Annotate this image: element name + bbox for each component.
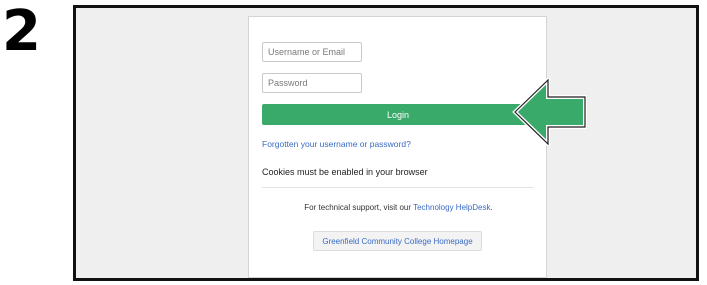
divider (262, 187, 534, 188)
login-button[interactable]: Login (262, 104, 534, 125)
homepage-button[interactable]: Greenfield Community College Homepage (313, 231, 482, 251)
arrow-left-icon (512, 78, 587, 146)
helpdesk-link[interactable]: Technology HelpDesk (413, 203, 490, 212)
screenshot-frame: Login Forgotten your username or passwor… (73, 5, 699, 281)
cookies-notice: Cookies must be enabled in your browser (262, 167, 428, 177)
support-text: For technical support, visit our Technol… (249, 203, 548, 212)
support-prefix: For technical support, visit our (304, 203, 414, 212)
password-input[interactable] (262, 73, 362, 93)
login-card: Login Forgotten your username or passwor… (248, 16, 547, 278)
forgot-password-link[interactable]: Forgotten your username or password? (262, 139, 411, 149)
step-number: 2 (2, 0, 41, 64)
username-input[interactable] (262, 42, 362, 62)
support-suffix: . (490, 203, 493, 212)
